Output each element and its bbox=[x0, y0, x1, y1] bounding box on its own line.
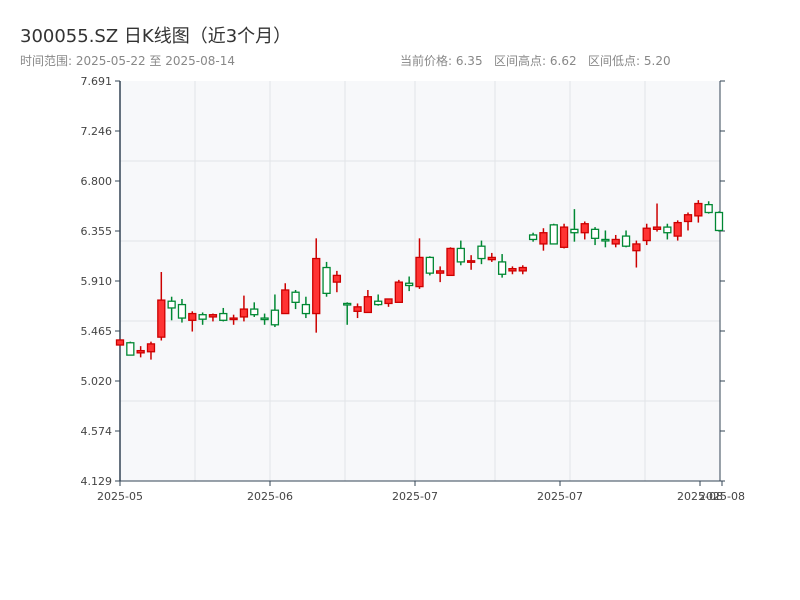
candle-down bbox=[270, 309, 280, 326]
candle-down bbox=[301, 303, 311, 315]
candle-up bbox=[136, 349, 145, 354]
candle-down bbox=[167, 300, 176, 309]
candle-up bbox=[208, 314, 218, 318]
candle-up bbox=[580, 223, 589, 234]
candle-down bbox=[663, 226, 672, 234]
y-tick-label: 5.910 bbox=[81, 275, 113, 288]
candle-up bbox=[652, 226, 662, 230]
candle-down bbox=[322, 266, 331, 295]
candle-up bbox=[632, 243, 641, 252]
candle-down bbox=[570, 228, 579, 234]
candle-down bbox=[374, 300, 383, 306]
candle-down bbox=[497, 261, 507, 275]
candle-down bbox=[219, 312, 228, 321]
candle-up bbox=[281, 289, 290, 315]
candle-up bbox=[115, 339, 125, 346]
candle-down bbox=[405, 282, 414, 287]
x-tick-label: 2025-05 bbox=[97, 490, 143, 503]
candle-up bbox=[559, 226, 569, 248]
y-tick-label: 5.020 bbox=[81, 375, 113, 388]
candlestick-chart: 7.691 7.246 6.800 6.355 5.910 5.465 5.020 4.574… bbox=[81, 75, 745, 503]
x-tick-label: 2025-08 bbox=[699, 490, 745, 503]
candle-up bbox=[508, 267, 517, 272]
candle-up bbox=[642, 227, 651, 242]
x-tick-label: 2025-06 bbox=[247, 490, 293, 503]
candle-up bbox=[487, 256, 496, 261]
candle-down bbox=[343, 302, 352, 306]
candle-up bbox=[694, 202, 703, 217]
candle-up bbox=[229, 317, 238, 321]
candle-up bbox=[353, 306, 362, 312]
candle-down bbox=[590, 228, 600, 239]
candle-up bbox=[539, 232, 548, 245]
candle-up bbox=[518, 266, 527, 272]
candle-down bbox=[621, 235, 631, 247]
candle-down bbox=[456, 247, 465, 263]
candle-up bbox=[673, 221, 682, 237]
candle-down bbox=[291, 291, 300, 303]
y-tick-label: 6.355 bbox=[81, 225, 113, 238]
x-tick-label: 2025-07 bbox=[537, 490, 583, 503]
candle-down bbox=[260, 317, 269, 321]
candle-down bbox=[714, 211, 724, 232]
candle-down bbox=[601, 238, 610, 242]
candle-up bbox=[332, 274, 342, 283]
candle-up bbox=[446, 247, 455, 277]
y-tick-label: 5.465 bbox=[81, 325, 113, 338]
candle-up bbox=[312, 257, 321, 315]
candle-up bbox=[436, 270, 445, 274]
candle-down bbox=[126, 342, 135, 356]
candle-up bbox=[466, 260, 476, 263]
y-tick-label: 4.129 bbox=[81, 475, 113, 488]
candle-up bbox=[363, 296, 373, 314]
y-tick-label: 7.246 bbox=[81, 125, 113, 138]
candle-up bbox=[146, 343, 156, 353]
candle-down bbox=[177, 303, 187, 319]
y-tick-label: 6.800 bbox=[81, 175, 113, 188]
candle-up bbox=[384, 298, 393, 305]
candle-down bbox=[425, 256, 434, 274]
candle-up bbox=[611, 238, 620, 245]
candle-down bbox=[704, 203, 713, 214]
candle-up bbox=[683, 214, 693, 223]
candle-down bbox=[549, 224, 558, 245]
candle-up bbox=[394, 281, 403, 303]
candle-up bbox=[415, 256, 424, 288]
candle-down bbox=[250, 308, 259, 316]
y-tick-label: 4.574 bbox=[81, 425, 113, 438]
candle-down bbox=[198, 314, 207, 320]
candle-down bbox=[477, 245, 486, 260]
candle-up bbox=[157, 299, 166, 338]
x-tick-label: 2025-07 bbox=[392, 490, 438, 503]
candle-down bbox=[528, 234, 538, 241]
y-tick-label: 7.691 bbox=[81, 75, 113, 88]
candle-up bbox=[239, 308, 249, 318]
candle-up bbox=[188, 312, 197, 321]
